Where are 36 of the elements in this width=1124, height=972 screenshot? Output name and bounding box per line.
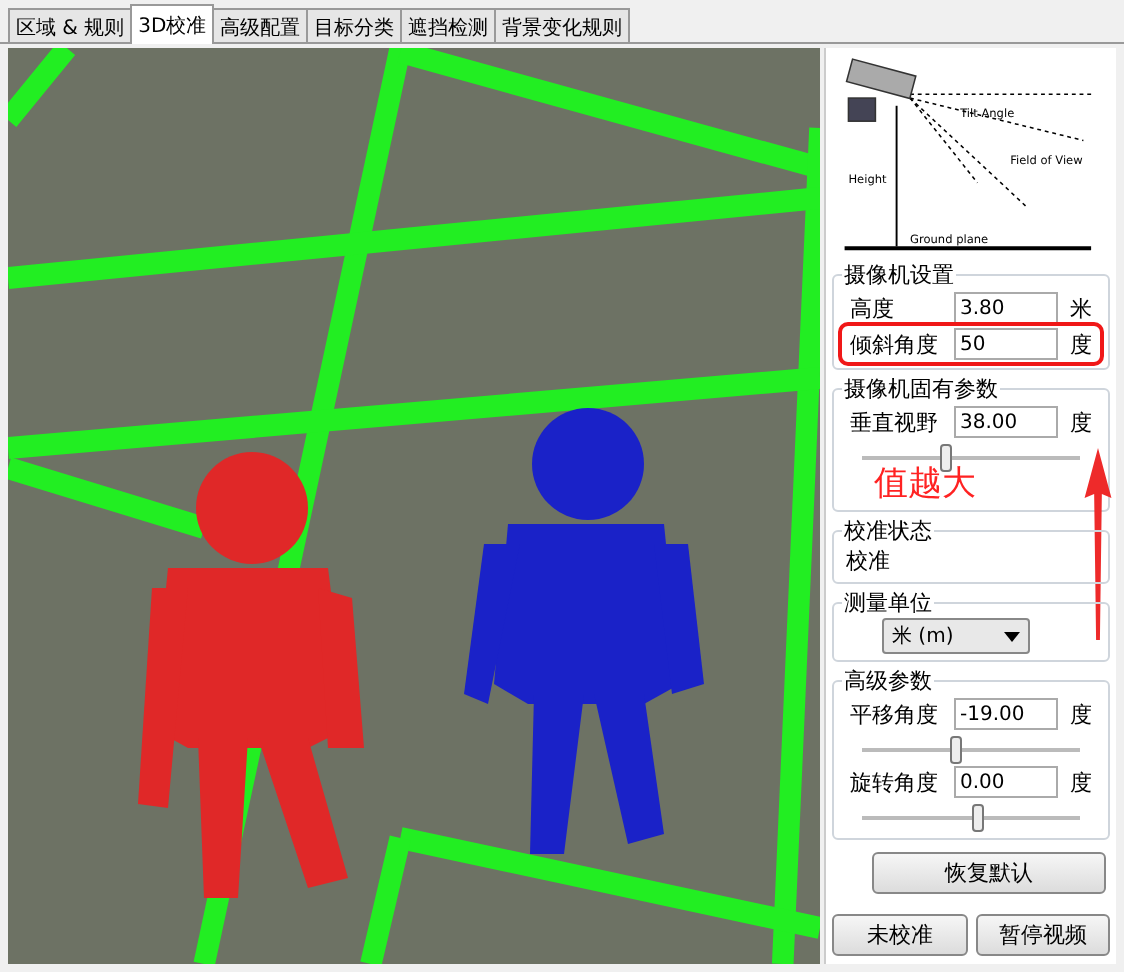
- tab[interactable]: 目标分类: [306, 8, 403, 42]
- group-title: 高级参数: [842, 666, 934, 696]
- pause-video-button[interactable]: 暂停视频: [975, 914, 1110, 956]
- input-field[interactable]: 3.80: [954, 292, 1058, 324]
- tab[interactable]: 背景变化规则: [494, 8, 631, 42]
- field-label: 旋转角度: [850, 767, 940, 797]
- annotation-text: 值越大: [874, 464, 976, 504]
- slider-thumb[interactable]: [949, 736, 962, 764]
- group-title: 摄像机设置: [842, 260, 956, 290]
- status-text: 校准: [844, 548, 890, 574]
- unit-label: 度: [1070, 329, 1092, 359]
- reset-button[interactable]: 恢复默认: [872, 852, 1106, 894]
- field-label: 垂直视野: [850, 407, 940, 437]
- group-title: 校准状态: [842, 516, 934, 546]
- unit-label: 米: [1070, 293, 1092, 323]
- unit-dropdown[interactable]: 米 (m): [882, 618, 1030, 654]
- input-field[interactable]: 50: [954, 328, 1058, 360]
- unit-label: 度: [1070, 767, 1092, 797]
- input-field[interactable]: 0.00: [954, 766, 1058, 798]
- group-title: 测量单位: [842, 588, 934, 618]
- field-label: 倾斜角度: [850, 329, 940, 359]
- slider-thumb[interactable]: [971, 804, 983, 832]
- input-field[interactable]: -19.00: [954, 698, 1058, 730]
- tab[interactable]: 遮挡检测: [400, 8, 497, 42]
- arrow-icon: [1084, 448, 1112, 640]
- unit-label: 度: [1070, 699, 1092, 729]
- field-label: 高度: [850, 293, 896, 323]
- tab[interactable]: 高级配置: [212, 8, 309, 42]
- tab[interactable]: 3D校准: [130, 4, 215, 44]
- field-label: 平移角度: [850, 699, 940, 729]
- group-title: 摄像机固有参数: [842, 374, 1000, 404]
- tab[interactable]: 区域 & 规则: [8, 8, 133, 42]
- unit-label: 度: [1070, 407, 1092, 437]
- calibrate-button[interactable]: 未校准: [832, 914, 967, 956]
- caret-icon: [1004, 631, 1020, 641]
- input-field[interactable]: 38.00: [954, 406, 1058, 438]
